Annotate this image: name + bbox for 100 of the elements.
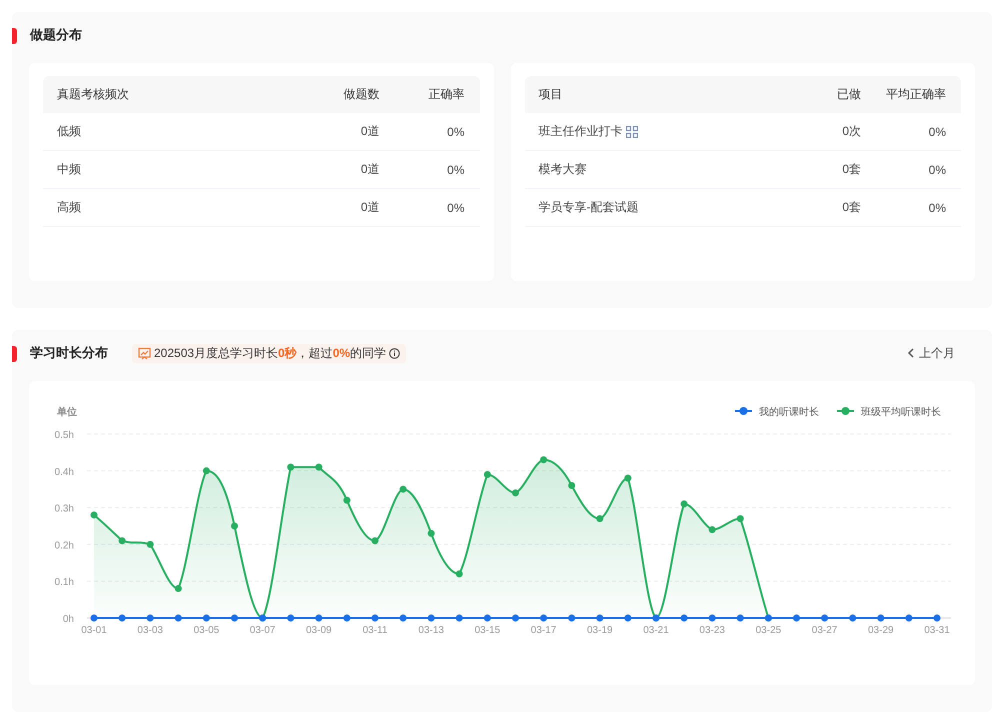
axis-label: 单位 [57,407,77,418]
data-point [568,614,576,622]
legend-label: 班级平均听课时长 [861,407,941,418]
table-cell: 低频 [57,123,81,140]
table-cell: 中频 [57,161,81,178]
data-point [287,464,294,471]
column-header: 真题考核频次 [57,86,130,103]
axis-tick-label: 03-23 [699,625,725,636]
legend-marker [837,407,854,415]
data-point [118,537,126,544]
data-point [934,614,940,622]
section-title: 做题分布 [30,26,82,44]
data-point [596,614,604,622]
data-point [315,464,322,471]
data-point [905,614,912,622]
data-point [202,467,210,474]
table-cell: 班主任作业打卡 [538,123,622,140]
axis-tick-label: 03-17 [530,625,556,636]
data-point [821,614,828,622]
legend-marker [735,407,752,415]
axis-tick-label: 03-05 [194,625,220,636]
axis-tick-label: 03-29 [868,625,894,636]
table-cell-text: 0次 [841,123,861,140]
axis-tick-label: 03-11 [362,625,388,636]
axis-tick-label: 03-21 [643,625,669,636]
table-cell: 模考大赛 [538,161,586,178]
data-point [118,614,126,622]
data-point [174,614,182,622]
data-point [428,614,435,622]
data-point [484,470,491,478]
data-point [343,496,350,504]
data-point [231,614,238,622]
axis-tick-label: 03-31 [924,625,950,636]
data-point [512,614,519,622]
previous-month-button[interactable]: 上个月 [907,344,955,362]
axis-tick-label: 0.3h [54,504,74,515]
data-point [484,614,491,622]
table-cell-text: 0道 [360,199,380,216]
data-point [231,522,238,530]
axis-tick-label: 0.2h [54,540,74,552]
data-point [736,614,744,622]
data-point [90,614,98,622]
axis-tick-label: 0.1h [54,577,74,588]
axis-tick-label: 03-25 [756,625,782,636]
info-icon[interactable] [389,348,400,358]
data-point [400,614,407,622]
table-cell-text: 0% [446,200,464,214]
summary-text: 202503月度总学习时长0秒，超过0%的同学 [154,344,386,362]
data-point [174,585,182,592]
data-point [624,474,632,482]
axis-tick-label: 0h [62,614,74,625]
data-point [877,614,884,622]
table-cell-text: 0套 [841,161,861,178]
data-point [793,614,800,622]
data-point [372,537,378,544]
data-point [568,482,576,490]
axis-tick-label: 03-27 [812,625,838,636]
data-point [315,614,322,622]
data-point [680,500,688,508]
table-cell-text: 0道 [360,161,380,178]
axis-tick-label: 03-03 [137,625,163,636]
table-cell-text: 0% [928,124,946,138]
axis-tick-label: 03-01 [81,625,107,636]
chart-board-icon [138,346,151,360]
axis-tick-label: 0.4h [54,466,74,478]
axis-tick-label: 03-09 [306,625,332,636]
table-cell-text: 0% [928,162,946,176]
axis-tick-label: 03-19 [587,625,613,636]
grid-icon[interactable] [626,126,638,138]
data-point [400,486,407,493]
data-point [456,570,463,578]
data-point [90,511,98,518]
column-header: 项目 [538,86,564,103]
data-point [146,614,154,622]
data-point [596,515,604,522]
data-point [849,614,856,622]
section-marker [12,28,17,44]
data-point [287,614,294,622]
column-header: 做题数 [342,86,380,103]
data-point [736,515,744,522]
column-header: 平均正确率 [885,86,946,103]
data-point [372,614,378,622]
section-marker [12,346,17,362]
data-point [708,526,716,534]
data-point [456,614,463,622]
table-cell: 高频 [57,199,81,216]
axis-tick-label: 03-13 [418,625,444,636]
legend-label: 我的听课时长 [759,407,819,418]
axis-tick-label: 03-15 [474,625,500,636]
table-cell-text: 0% [928,200,946,214]
data-point [624,614,632,622]
table-cell: 学员专享-配套试题 [538,199,638,216]
data-point [146,540,154,548]
column-header: 正确率 [428,86,464,103]
table-cell-text: 0套 [841,199,861,216]
table-cell-text: 0% [446,162,464,176]
data-point [708,614,716,622]
table-cell-text: 0道 [360,123,380,140]
data-point [680,614,688,622]
data-point [540,614,548,622]
